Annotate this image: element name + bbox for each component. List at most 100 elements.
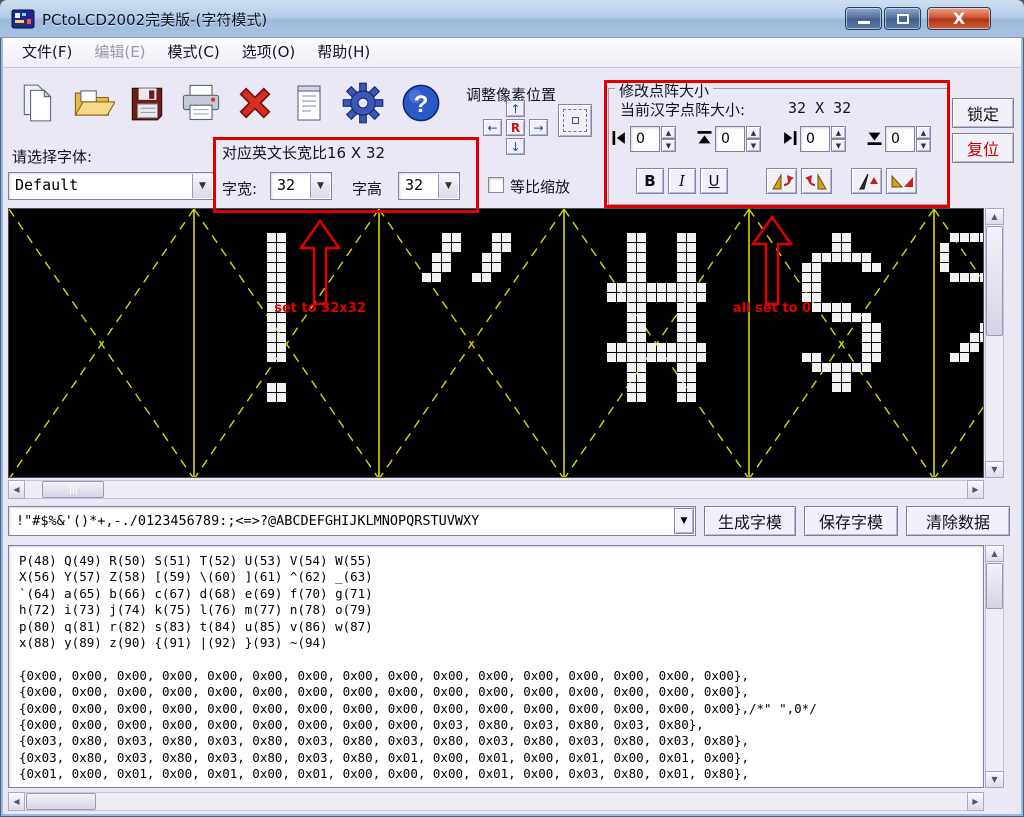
canvas-hscrollbar[interactable] — [8, 480, 984, 499]
maximize-button[interactable] — [884, 7, 921, 30]
canvas-hscroll-thumb[interactable] — [42, 481, 104, 498]
move-right-button[interactable]: → — [529, 119, 548, 136]
bold-button[interactable]: B — [636, 168, 664, 194]
menu-edit: 编辑(E) — [83, 38, 156, 67]
output-area[interactable]: P(48) Q(49) R(50) S(51) T(52) U(53) V(54… — [8, 545, 984, 788]
move-down-button[interactable]: ↓ — [506, 138, 525, 155]
document-button[interactable] — [284, 76, 334, 130]
rotate-right-button[interactable] — [801, 168, 832, 194]
move-left-button[interactable]: ← — [483, 119, 502, 136]
spinner-right-up[interactable]: ▲ — [831, 126, 846, 139]
new-file-button[interactable] — [14, 76, 64, 130]
target-box-icon — [563, 109, 587, 132]
canvas-scroll-right[interactable]: ▶ — [967, 480, 984, 499]
maximize-icon — [897, 14, 909, 24]
print-button[interactable] — [176, 76, 226, 130]
width-combobox-value: 32 — [277, 176, 295, 194]
move-up-button[interactable]: ↑ — [506, 100, 525, 117]
spinner-left-down[interactable]: ▼ — [661, 139, 676, 152]
spinner-left-value[interactable]: 0 — [630, 126, 660, 152]
spinner-bottom-up[interactable]: ▲ — [916, 126, 931, 139]
output-scroll-up[interactable]: ▲ — [985, 545, 1004, 562]
spinner-bottom-value[interactable]: 0 — [885, 126, 915, 152]
scale-checkbox[interactable] — [488, 177, 504, 193]
window-title: PCtoLCD2002完美版-(字符模式) — [42, 9, 267, 30]
clear-data-button[interactable]: 清除数据 — [906, 506, 1010, 536]
charset-input[interactable] — [8, 506, 696, 536]
charset-dropdown-button[interactable]: ▼ — [674, 508, 694, 534]
settings-gear-icon — [341, 81, 385, 125]
canvas-scroll-up[interactable]: ▲ — [985, 208, 1004, 225]
arrow-down-icon: ↓ — [510, 140, 520, 154]
canvas-scroll-left[interactable]: ◀ — [8, 480, 25, 499]
chevron-down-icon[interactable]: ▼ — [310, 174, 330, 198]
spinner-right-down[interactable]: ▼ — [831, 139, 846, 152]
generate-button[interactable]: 生成字模 — [704, 506, 796, 536]
canvas-scroll-down[interactable]: ▼ — [985, 461, 1004, 478]
open-file-icon — [71, 81, 115, 125]
dot-matrix-title: 修改点阵大小 — [615, 80, 713, 101]
delete-icon — [233, 81, 277, 125]
open-file-button[interactable] — [68, 76, 118, 130]
output-hscrollbar[interactable] — [8, 792, 984, 811]
title-bar: PCtoLCD2002完美版-(字符模式) X — [0, 0, 1024, 38]
app-icon — [11, 7, 35, 31]
shrink-right-icon[interactable] — [782, 130, 797, 146]
spinner-top-up[interactable]: ▲ — [746, 126, 761, 139]
output-vscroll-thumb[interactable] — [986, 563, 1003, 609]
menu-options[interactable]: 选项(O) — [231, 38, 307, 67]
height-combobox-value: 32 — [405, 176, 423, 194]
generate-button-label: 生成字模 — [718, 509, 782, 533]
reset-button[interactable]: 复位 — [952, 133, 1014, 163]
svg-text:?: ? — [414, 91, 429, 118]
menu-file[interactable]: 文件(F) — [11, 38, 83, 67]
close-button[interactable]: X — [927, 7, 991, 30]
save-font-button[interactable]: 保存字模 — [804, 506, 898, 536]
flip-vertical-icon — [889, 170, 915, 192]
chevron-down-icon[interactable]: ▼ — [438, 174, 458, 198]
output-text: P(48) Q(49) R(50) S(51) T(52) U(53) V(54… — [9, 546, 983, 788]
shrink-top-icon[interactable] — [697, 130, 712, 146]
canvas-vscroll-thumb[interactable] — [986, 226, 1003, 336]
minimize-button[interactable] — [845, 7, 882, 30]
delete-button[interactable] — [230, 76, 280, 130]
flip-horizontal-button[interactable] — [851, 168, 882, 194]
settings-button[interactable] — [338, 76, 388, 130]
spinner-top-down[interactable]: ▼ — [746, 139, 761, 152]
help-button[interactable]: ? — [396, 76, 446, 130]
lock-button[interactable]: 锁定 — [952, 98, 1014, 128]
reset-button-label: 复位 — [967, 136, 999, 160]
arrow-up-icon: ↑ — [510, 102, 520, 116]
height-combobox[interactable]: 32 ▼ — [398, 172, 460, 200]
spinner-right-value[interactable]: 0 — [800, 126, 830, 152]
output-scroll-left[interactable]: ◀ — [8, 792, 25, 811]
help-icon: ? — [399, 81, 443, 125]
shrink-bottom-icon[interactable] — [867, 130, 882, 146]
spinner-top-value[interactable]: 0 — [715, 126, 745, 152]
spinner-left-up[interactable]: ▲ — [661, 126, 676, 139]
font-label: 请选择字体: — [12, 146, 92, 167]
output-scroll-down[interactable]: ▼ — [985, 771, 1004, 788]
rotate-left-button[interactable] — [766, 168, 797, 194]
save-icon — [126, 82, 168, 124]
underline-button[interactable]: U — [700, 168, 728, 194]
clear-data-button-label: 清除数据 — [926, 509, 990, 533]
spinner-bottom-down[interactable]: ▼ — [916, 139, 931, 152]
menu-help[interactable]: 帮助(H) — [306, 38, 381, 67]
center-preview-button[interactable] — [558, 104, 592, 137]
shrink-left-icon[interactable] — [612, 130, 627, 146]
output-scroll-right[interactable]: ▶ — [967, 792, 984, 811]
flip-vertical-button[interactable] — [886, 168, 917, 194]
font-combobox[interactable]: Default ▼ — [8, 172, 214, 200]
lcd-preview-canvas[interactable] — [8, 208, 984, 478]
chevron-down-icon[interactable]: ▼ — [192, 174, 212, 198]
menu-mode[interactable]: 模式(C) — [157, 38, 231, 67]
reset-position-button[interactable]: R — [506, 119, 525, 136]
close-icon: X — [953, 9, 965, 28]
arrow-right-icon: → — [533, 121, 543, 135]
width-combobox[interactable]: 32 ▼ — [270, 172, 332, 200]
print-icon — [178, 81, 224, 125]
save-button[interactable] — [122, 76, 172, 130]
output-hscroll-thumb[interactable] — [26, 793, 96, 810]
italic-button[interactable]: I — [668, 168, 696, 194]
